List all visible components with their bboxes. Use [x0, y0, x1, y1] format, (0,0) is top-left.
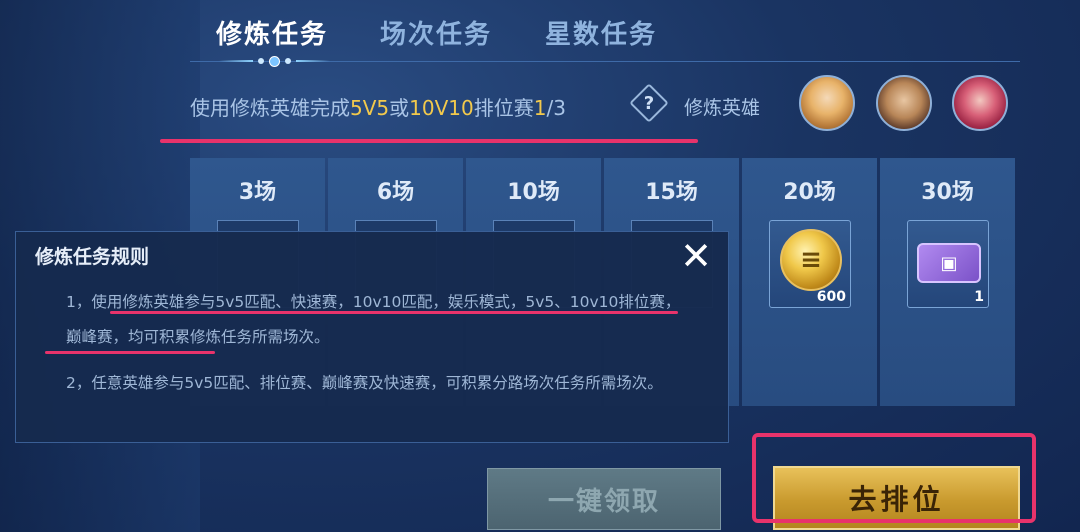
- tab-training-tasks[interactable]: 修炼任务: [216, 14, 328, 51]
- task-progress-current: 1: [533, 96, 547, 120]
- task-tabs: 修炼任务 场次任务 星数任务: [190, 0, 1030, 67]
- ticket-icon: ▣: [917, 243, 981, 283]
- milestone-label: 30场: [921, 180, 974, 205]
- tab-star-tasks[interactable]: 星数任务: [545, 14, 657, 51]
- coin-scroll-icon: ≡: [780, 229, 842, 291]
- milestone-label: 10场: [507, 180, 560, 205]
- milestone-30: 30场 ▣ 1: [880, 158, 1015, 406]
- close-icon[interactable]: ✕: [676, 236, 716, 276]
- reward-item-coin[interactable]: ≡ 600: [769, 220, 851, 308]
- hero-avatar-1[interactable]: [799, 75, 855, 131]
- hero-avatar-3[interactable]: [952, 75, 1008, 131]
- annotation-underline-rule-1a: [110, 311, 678, 314]
- annotation-underline-rule-1b: [45, 351, 215, 354]
- reward-count: 1: [974, 289, 984, 305]
- tab-match-tasks[interactable]: 场次任务: [380, 14, 492, 51]
- task-prefix: 使用修炼英雄完成: [190, 96, 350, 120]
- milestone-label: 15场: [645, 180, 698, 205]
- hero-avatar-2[interactable]: [876, 75, 932, 131]
- milestone-label: 20场: [783, 180, 836, 205]
- rules-popup: 修炼任务规则 ✕ 1，使用修炼英雄参与5v5匹配、快速赛，10v10匹配，娱乐模…: [15, 231, 729, 443]
- milestone-20: 20场 ≡ 600: [742, 158, 877, 406]
- reward-item-ticket[interactable]: ▣ 1: [907, 220, 989, 308]
- task-suffix: 排位赛: [473, 96, 534, 120]
- task-description: 使用修炼英雄完成5V5或10V10排位赛1/3: [190, 92, 566, 121]
- milestone-label: 6场: [376, 180, 415, 205]
- training-hero-label: 修炼英雄: [684, 97, 761, 119]
- active-tab-indicator: [208, 55, 340, 67]
- rule-2: 2，任意英雄参与5v5匹配、排位赛、巅峰赛及快速赛，可积累分路场次任务所需场次。: [66, 374, 663, 392]
- rule-1: 1，使用修炼英雄参与5v5匹配、快速赛，10v10匹配，娱乐模式，5v5、10v…: [66, 293, 681, 346]
- task-progress-total: /3: [546, 96, 566, 120]
- reward-count: 600: [816, 289, 846, 305]
- help-icon[interactable]: ?: [629, 83, 669, 123]
- task-mode-5v5: 5V5: [350, 96, 390, 120]
- popup-title: 修炼任务规则: [35, 246, 150, 268]
- milestone-label: 3场: [238, 180, 277, 205]
- claim-all-button[interactable]: 一键领取: [487, 468, 721, 530]
- annotation-highlight-box: [752, 433, 1036, 523]
- task-mode-10v10: 10V10: [409, 96, 474, 120]
- task-joiner: 或: [389, 96, 410, 120]
- annotation-underline-task: [160, 139, 698, 143]
